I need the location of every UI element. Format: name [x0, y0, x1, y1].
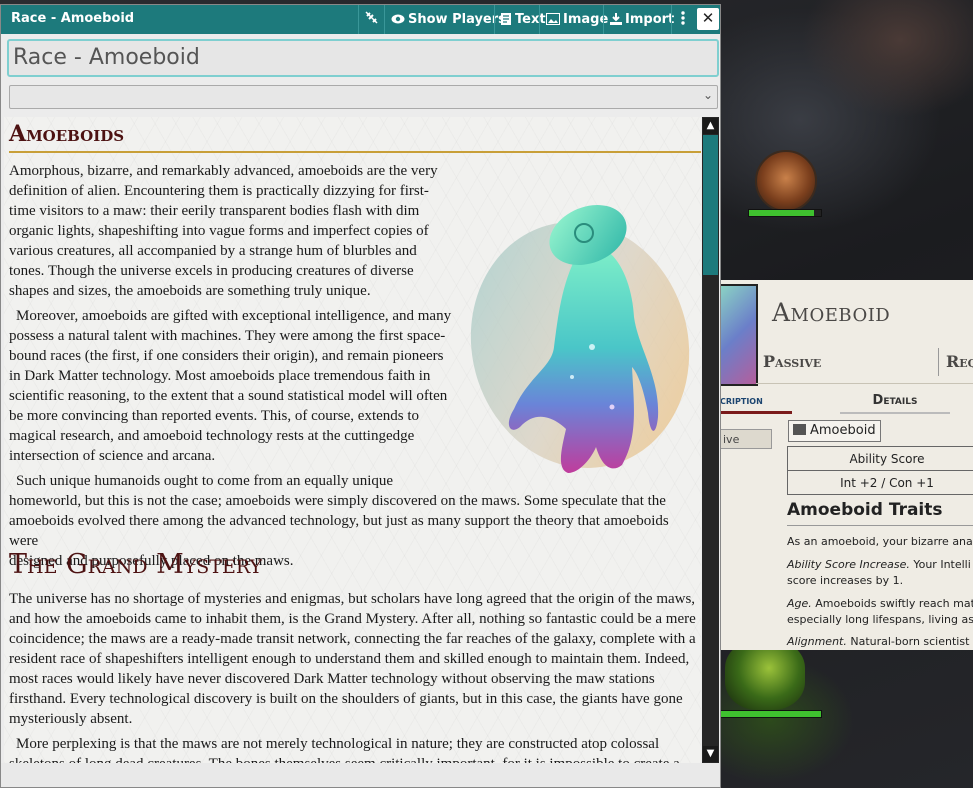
download-icon [610, 13, 622, 25]
tab-description[interactable]: cription [720, 393, 792, 414]
paragraph-5: More perplexing is that the maws are not… [9, 736, 680, 763]
folder-select[interactable]: ⌄ [9, 85, 718, 109]
section-heading: The Grand Mystery [9, 549, 263, 580]
ability-table: Ability Score Int +2 / Con +1 [787, 446, 973, 495]
chevron-down-icon: ⌄ [702, 88, 713, 102]
creature-hp-fill [721, 711, 821, 717]
trait-line: especially long lifespans, living as [787, 613, 973, 626]
sheet-passive-label: Passive [763, 352, 822, 371]
traits-heading: Amoeboid Traits [787, 500, 943, 520]
sheet-race-name: Amoeboid [772, 298, 891, 327]
text-icon [501, 13, 511, 25]
import-button[interactable]: Import [603, 5, 680, 34]
sheet-requirements-label: Requ [946, 352, 973, 371]
scroll-up-icon[interactable]: ▲ [703, 118, 718, 134]
ability-header: Ability Score [787, 446, 973, 471]
content-scrollbar[interactable]: ▲ ▼ [702, 117, 719, 763]
paragraph-4: The universe has no shortage of mysterie… [9, 591, 696, 727]
character-token[interactable] [755, 150, 817, 212]
race-portrait[interactable] [720, 284, 758, 386]
scroll-down-icon[interactable]: ▼ [703, 746, 718, 762]
creature-token[interactable] [725, 640, 805, 710]
vertical-dots-icon [681, 11, 685, 25]
scroll-thumb[interactable] [703, 135, 718, 275]
heading-rule [9, 151, 701, 153]
unlink-icon [365, 11, 378, 24]
ability-value: Int +2 / Con +1 [787, 470, 973, 495]
trait-line: score increases by 1. [787, 574, 904, 587]
character-sheet-window: Amoeboid Passive Requ cription Details i… [719, 280, 973, 650]
sheet-divider [938, 348, 939, 376]
journal-window: Race - Amoeboid Show Players Text Image … [0, 4, 721, 788]
article-heading: Amoeboids [9, 121, 125, 147]
more-options-button[interactable] [671, 5, 697, 34]
trait-line: Alignment. Natural-born scientist [787, 635, 970, 648]
window-title: Race - Amoeboid [11, 11, 135, 26]
paragraph-1: Amorphous, bizarre, and remarkably advan… [9, 163, 438, 299]
tab-details[interactable]: Details [840, 393, 950, 414]
creature-hp-bar [720, 710, 822, 718]
eye-icon [391, 14, 405, 24]
amoeboid-illustration [470, 205, 690, 473]
image-icon [546, 13, 560, 25]
show-players-button[interactable]: Show Players [384, 5, 512, 34]
window-footer [1, 763, 720, 787]
token-hp-fill [749, 210, 814, 216]
journal-content[interactable]: Amoeboids Amorphous, bizarre, and remark… [4, 117, 701, 763]
trait-line: Ability Score Increase. Your Intelli [787, 558, 971, 571]
sheet-passive-pill: ive [720, 429, 772, 449]
traits-rule [787, 525, 973, 526]
book-icon [793, 424, 806, 435]
trait-line: Age. Amoeboids swiftly reach mat [787, 597, 973, 610]
source-tag[interactable]: Amoeboid [788, 420, 881, 442]
journal-name-input[interactable]: Race - Amoeboid [7, 39, 719, 77]
trait-line: As an amoeboid, your bizarre anat [787, 535, 973, 548]
source-tag-label: Amoeboid [810, 423, 876, 438]
paragraph-2: Moreover, amoeboids are gifted with exce… [9, 308, 452, 464]
sheet-rule [756, 383, 973, 384]
close-button[interactable]: ✕ [697, 8, 719, 30]
window-titlebar[interactable]: Race - Amoeboid Show Players Text Image … [1, 5, 720, 34]
unlink-button[interactable] [358, 5, 384, 34]
token-hp-bar [748, 209, 822, 217]
